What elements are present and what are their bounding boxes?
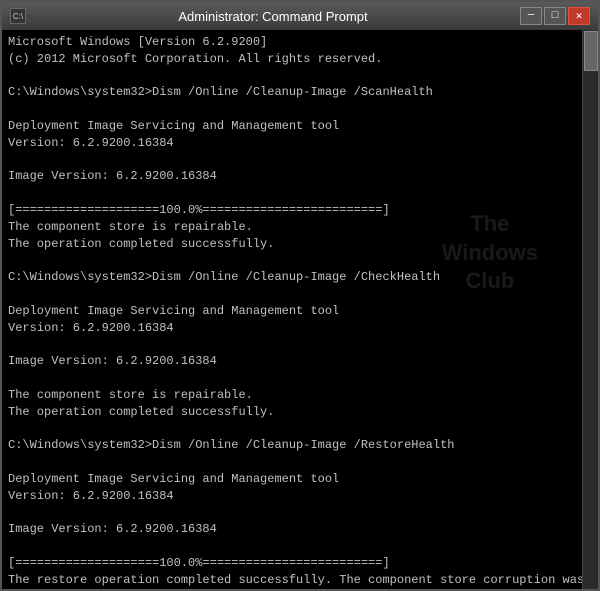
minimize-button[interactable]: ─: [520, 7, 542, 25]
terminal-output: Microsoft Windows [Version 6.2.9200] (c)…: [8, 34, 592, 589]
window: C:\ Administrator: Command Prompt ─ □ ✕ …: [0, 0, 600, 591]
terminal-area[interactable]: Microsoft Windows [Version 6.2.9200] (c)…: [2, 30, 598, 589]
window-icon: C:\: [10, 8, 26, 24]
close-button[interactable]: ✕: [568, 7, 590, 25]
maximize-button[interactable]: □: [544, 7, 566, 25]
titlebar-title: Administrator: Command Prompt: [26, 9, 520, 24]
scrollbar[interactable]: [582, 30, 598, 589]
titlebar: C:\ Administrator: Command Prompt ─ □ ✕: [2, 2, 598, 30]
titlebar-buttons: ─ □ ✕: [520, 7, 590, 25]
scrollbar-thumb[interactable]: [584, 31, 598, 71]
